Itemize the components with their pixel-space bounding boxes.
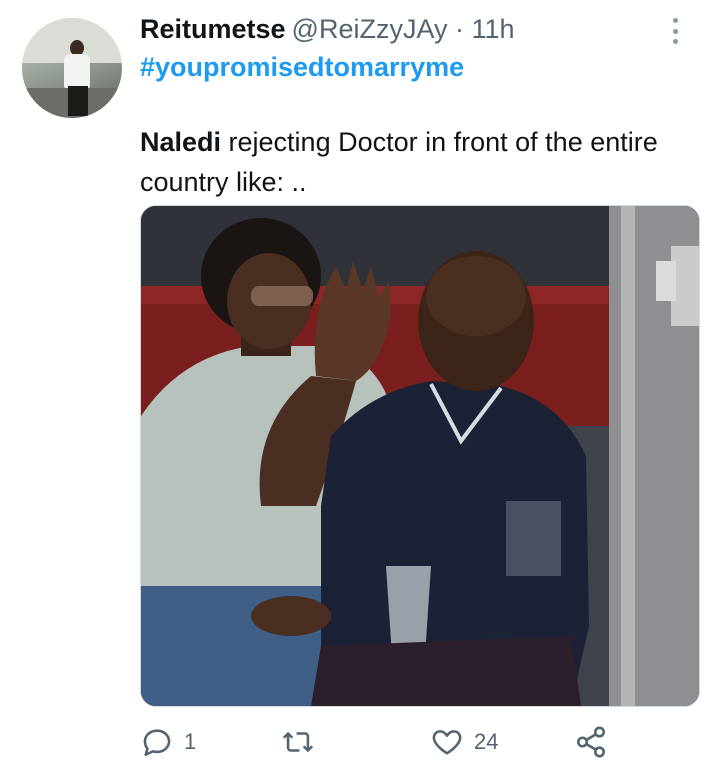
reply-count: 1: [184, 729, 197, 754]
tweet-text: Naledi rejecting Doctor in front of the …: [140, 122, 695, 202]
photo-illustration: [141, 206, 699, 706]
display-name[interactable]: Reitumetse: [140, 14, 286, 44]
retweet-icon: [282, 731, 314, 753]
tweet-header: Reitumetse @ReiZzyJAy · 11h: [140, 14, 700, 48]
tweet-meta: @ReiZzyJAy · 11h: [291, 14, 515, 44]
like-button[interactable]: 24: [430, 722, 498, 762]
share-button[interactable]: [574, 722, 608, 762]
share-icon: [576, 726, 606, 758]
avatar[interactable]: [22, 18, 122, 118]
retweet-button[interactable]: [280, 722, 326, 762]
like-count: 24: [474, 729, 499, 754]
reply-button[interactable]: 1: [140, 722, 196, 762]
tweet-text-bold: Naledi: [140, 127, 222, 157]
tweet-actions: 1 24: [140, 722, 620, 762]
tweet-media-image[interactable]: [140, 205, 700, 707]
more-vertical-icon[interactable]: [668, 18, 682, 44]
reply-icon: [143, 729, 171, 757]
avatar-figure-body: [64, 54, 90, 88]
like-icon: [432, 730, 462, 755]
hashtag-link[interactable]: #youpromisedtomarryme: [140, 52, 464, 83]
avatar-figure-legs: [68, 86, 88, 116]
